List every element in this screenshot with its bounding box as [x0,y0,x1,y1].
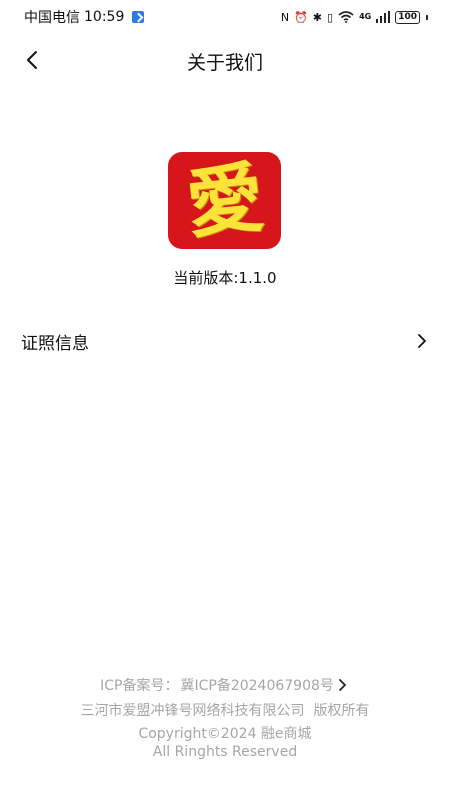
network-type-label: 4G [359,12,372,21]
wifi-icon [338,11,354,23]
status-bar: 中国电信 10:59 N ⏰ ✱ ▯ 4G 100 [0,0,450,34]
status-right: N ⏰ ✱ ▯ 4G 100 [280,10,428,24]
icp-label: ICP备案号： [100,678,179,694]
chevron-right-icon [414,333,430,349]
status-left: 中国电信 10:59 [24,7,145,27]
license-info-label: 证照信息 [21,333,89,354]
license-info-row[interactable]: 证照信息 [0,322,450,360]
app-version: 当前版本:1.1.0 [173,269,277,287]
chevron-right-icon [336,678,350,692]
icp-record-link[interactable]: ICP备案号： 冀ICP备2024067908号 [0,675,450,695]
icp-number: 冀ICP备2024067908号 [180,678,334,694]
app-logo-char: 愛 [182,152,267,249]
copyright-block: Copyright©2024 融e商城 All Ringhts Reserved [0,725,450,761]
notification-app-icon [132,11,145,23]
bluetooth-icon: ✱ [312,10,322,24]
carrier-name: 中国电信 [24,10,80,26]
rights-text: All Ringhts Reserved [152,744,298,760]
battery-tip [426,14,428,20]
signal-icon [376,11,391,23]
nfc-icon: N [280,10,290,24]
company-name: 三河市爱盟冲锋号网络科技有限公司 版权所有 [80,703,370,719]
status-time: 10:59 [84,9,125,25]
alarm-icon: ⏰ [294,10,308,24]
battery-icon: 100 [395,10,420,24]
app-logo: 愛 [168,152,281,249]
battery-level: 100 [398,12,417,22]
page-title: 关于我们 [186,52,263,74]
nav-bar: 关于我们 [0,40,450,80]
vibrate-icon: ▯ [327,10,334,24]
copyright-text: Copyright©2024 融e商城 [138,726,312,742]
